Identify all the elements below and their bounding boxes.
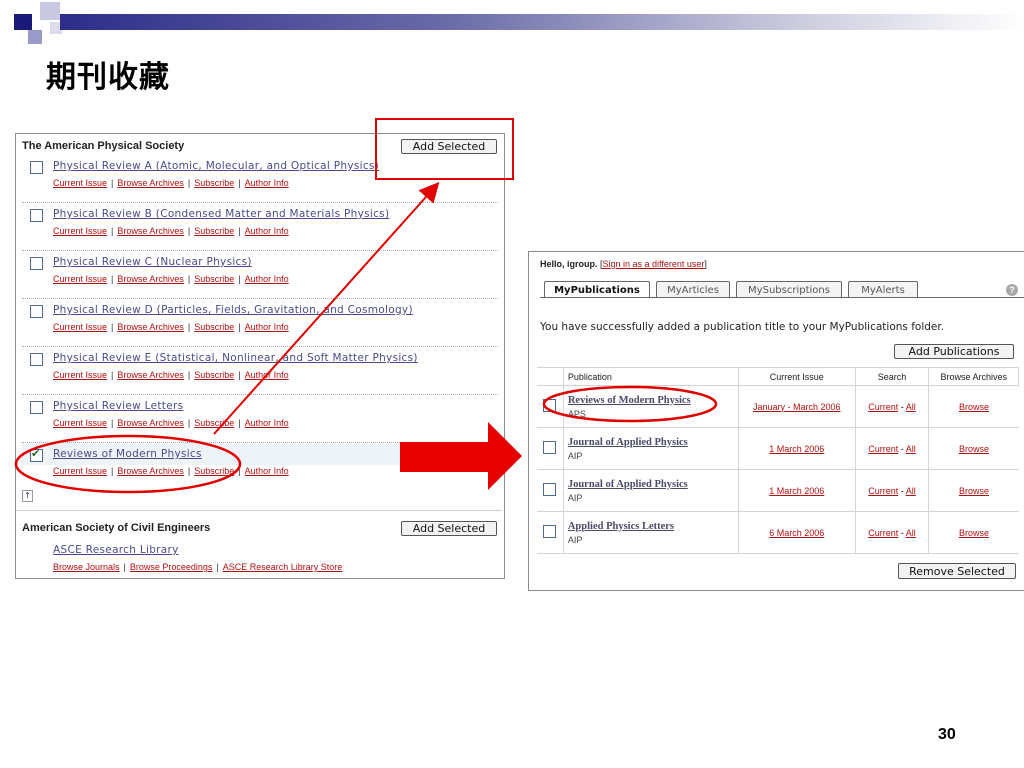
annotation-big-arrow [400, 422, 522, 490]
annotation-ellipse-right [542, 385, 718, 423]
annotation-box-add-selected [375, 118, 514, 180]
annotation-overlay [14, 118, 718, 494]
annotation-arrow-line [213, 182, 440, 435]
annotation-ellipse-left [14, 434, 242, 494]
